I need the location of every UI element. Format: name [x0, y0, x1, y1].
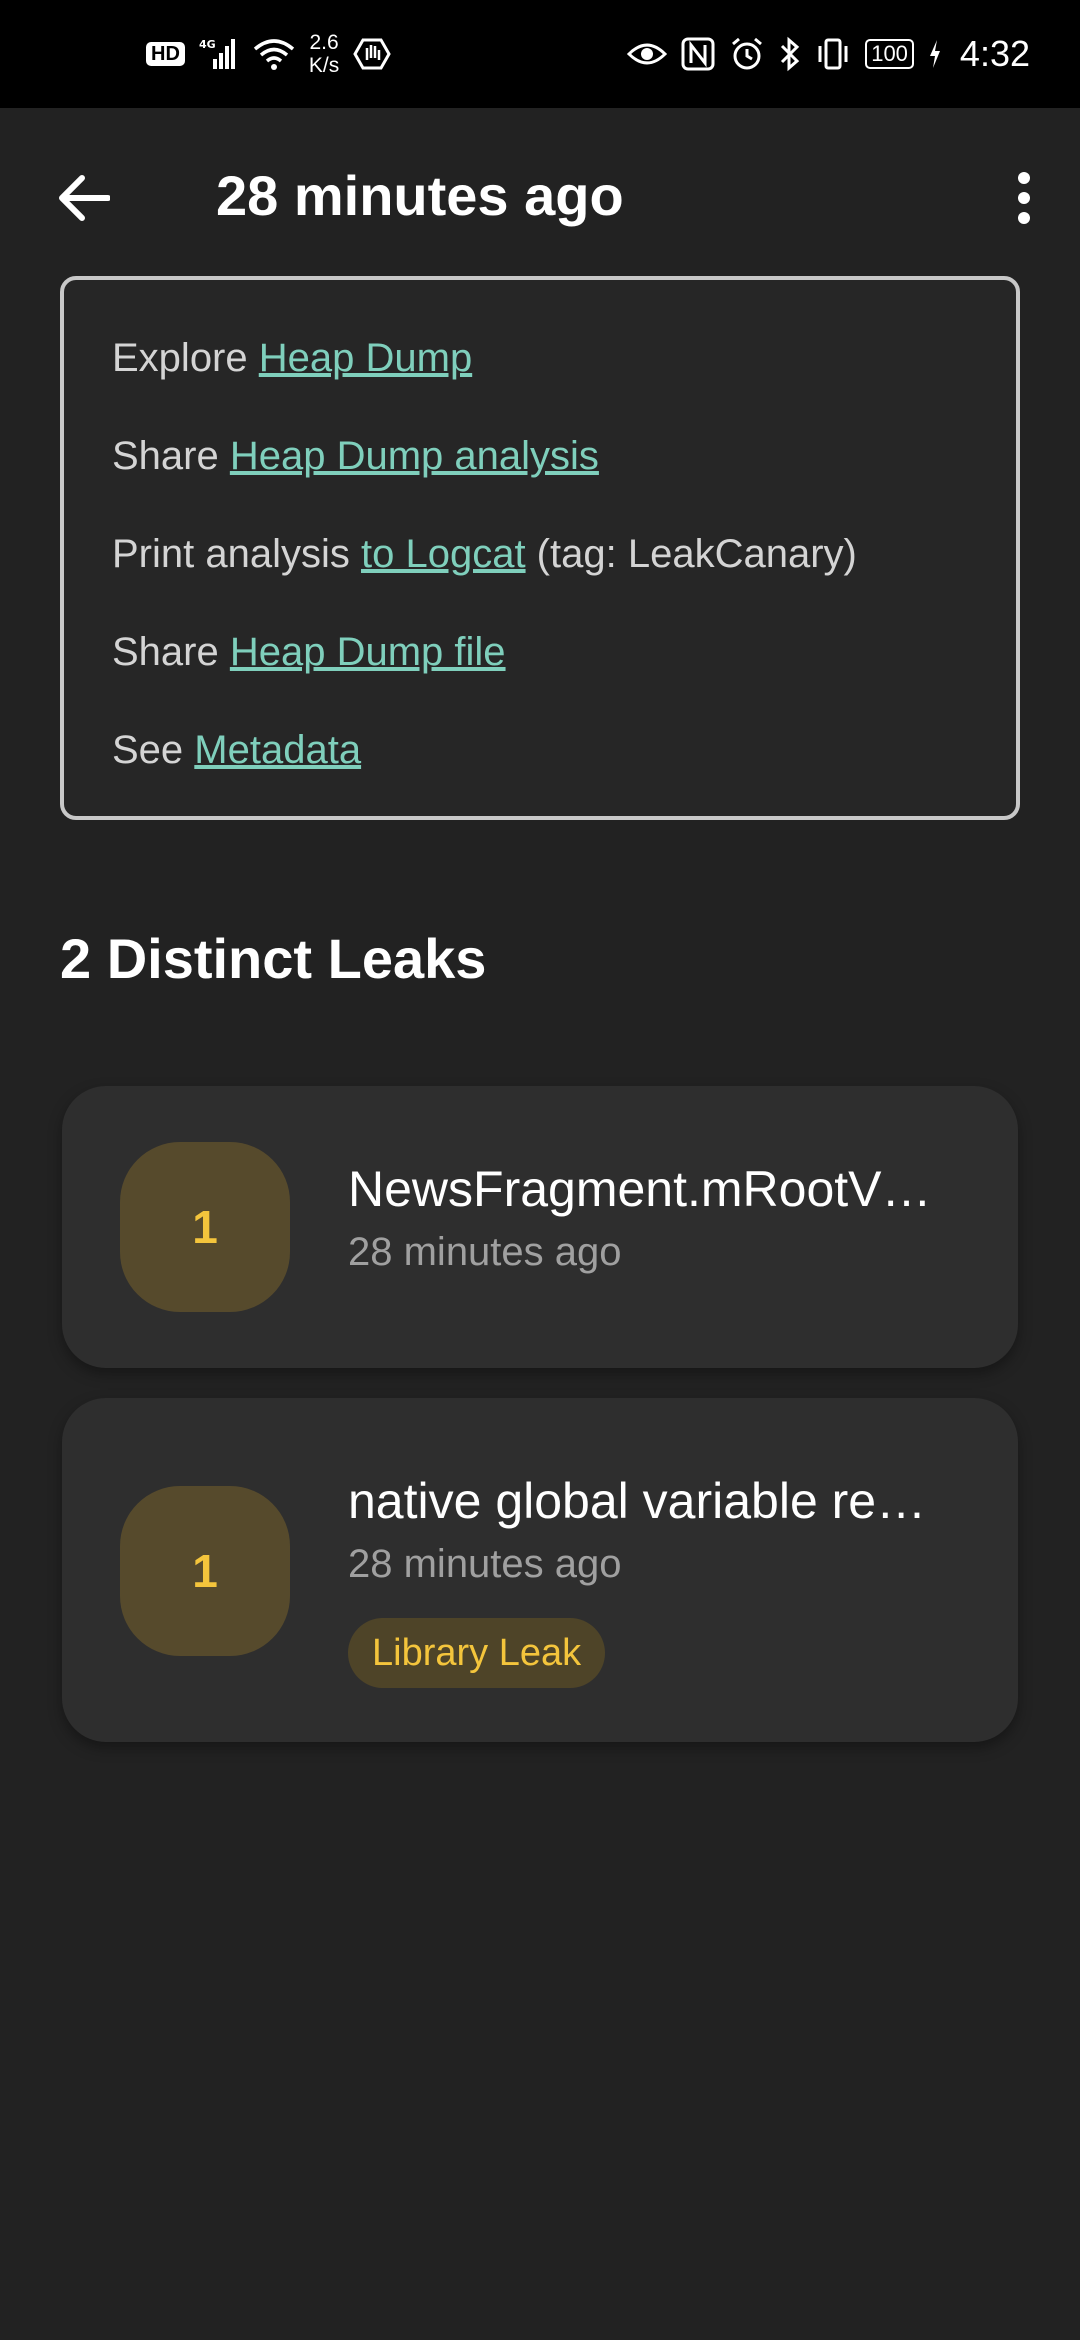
battery-icon: 100: [865, 39, 914, 69]
leak-list-item[interactable]: 1 native global variable re… 28 minutes …: [62, 1398, 1018, 1742]
logcat-link[interactable]: to Logcat: [361, 532, 526, 576]
wifi-icon: [253, 37, 295, 71]
status-bar-left: HD 4G 2.6 K/s: [146, 0, 391, 108]
leak-timestamp: 28 minutes ago: [348, 1542, 622, 1586]
action-prefix: Share: [112, 630, 230, 674]
vibrate-icon: [815, 37, 851, 71]
more-vert-icon: [1018, 172, 1030, 224]
nfc-icon: [681, 37, 715, 71]
cellular-signal-icon: 4G: [199, 37, 239, 71]
action-explore-heap-dump: Explore Heap Dump: [112, 331, 472, 385]
leak-list-item[interactable]: 1 NewsFragment.mRootV… 28 minutes ago: [62, 1086, 1018, 1368]
action-share-analysis: Share Heap Dump analysis: [112, 429, 599, 483]
heap-dump-link[interactable]: Heap Dump: [259, 336, 472, 380]
status-bar: HD 4G 2.6 K/s 100 4:32: [0, 0, 1080, 108]
metadata-link[interactable]: Metadata: [194, 728, 361, 772]
page-title: 28 minutes ago: [216, 164, 624, 227]
leak-title: NewsFragment.mRootV…: [348, 1161, 932, 1217]
action-prefix: See: [112, 728, 195, 772]
leak-count-badge: 1: [120, 1142, 290, 1312]
status-bar-right: 100 4:32: [627, 0, 1030, 108]
action-suffix: (tag: LeakCanary): [525, 532, 857, 576]
app-bar: 28 minutes ago: [0, 108, 1080, 278]
bluetooth-icon: [779, 36, 801, 72]
action-prefix: Explore: [112, 336, 259, 380]
leak-count-badge: 1: [120, 1486, 290, 1656]
network-type-label: 4G: [199, 38, 216, 51]
library-leak-chip: Library Leak: [348, 1618, 606, 1688]
eye-icon: [627, 40, 668, 68]
leak-title: native global variable re…: [348, 1473, 927, 1529]
charging-icon: [928, 39, 942, 69]
overflow-menu-button[interactable]: [996, 162, 1052, 234]
heap-dump-analysis-link[interactable]: Heap Dump analysis: [230, 434, 599, 478]
arrow-back-icon: [59, 175, 110, 221]
action-prefix: Share: [112, 434, 230, 478]
speed-unit: K/s: [308, 54, 340, 77]
speed-value: 2.6: [309, 31, 339, 54]
heap-dump-actions: Explore Heap Dump Share Heap Dump analys…: [60, 276, 1020, 820]
action-share-heap-dump-file: Share Heap Dump file: [112, 625, 506, 679]
action-prefix: Print analysis: [112, 532, 361, 576]
action-see-metadata: See Metadata: [112, 723, 361, 777]
action-print-logcat: Print analysis to Logcat (tag: LeakCanar…: [112, 527, 857, 581]
alarm-icon: [729, 36, 765, 72]
network-speed: 2.6 K/s: [309, 31, 339, 77]
status-time: 4:32: [959, 33, 1030, 74]
back-button[interactable]: [52, 166, 116, 230]
heap-dump-file-link[interactable]: Heap Dump file: [230, 630, 506, 674]
distinct-leaks-heading: 2 Distinct Leaks: [60, 927, 487, 990]
leak-timestamp: 28 minutes ago: [348, 1230, 622, 1274]
hd-icon: HD: [146, 42, 185, 66]
hand-icon: [353, 36, 391, 72]
